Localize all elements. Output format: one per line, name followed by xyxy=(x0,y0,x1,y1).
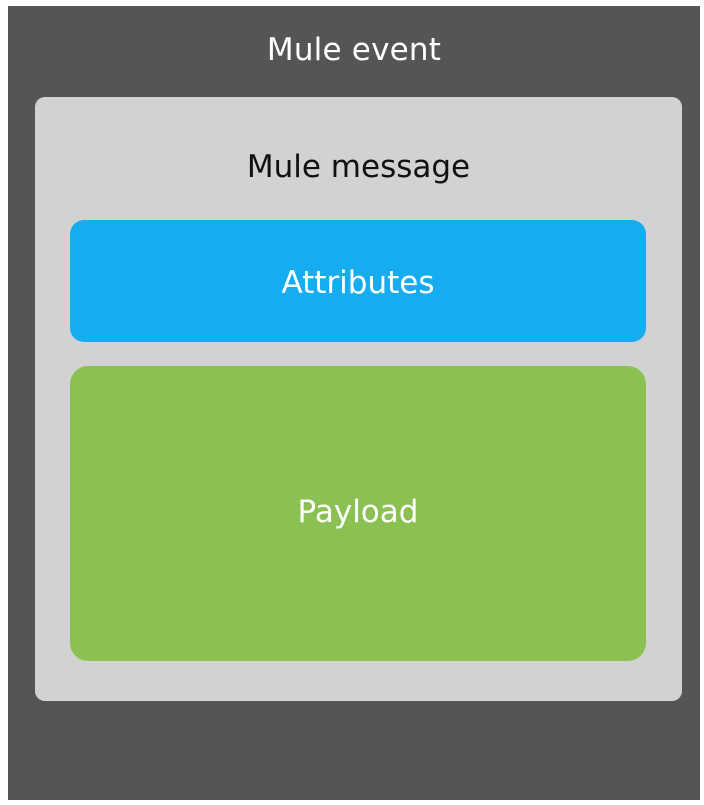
mule-message-title: Mule message xyxy=(246,149,471,185)
attributes-block: Attributes xyxy=(70,220,646,342)
mule-message-container: Mule message Attributes Payload xyxy=(35,97,682,701)
payload-block: Payload xyxy=(70,366,646,661)
mule-event-title: Mule event xyxy=(266,32,442,68)
attributes-label: Attributes xyxy=(281,265,435,301)
payload-label: Payload xyxy=(297,494,419,530)
mule-event-container: Mule event Mule message Attributes Paylo… xyxy=(8,6,700,800)
